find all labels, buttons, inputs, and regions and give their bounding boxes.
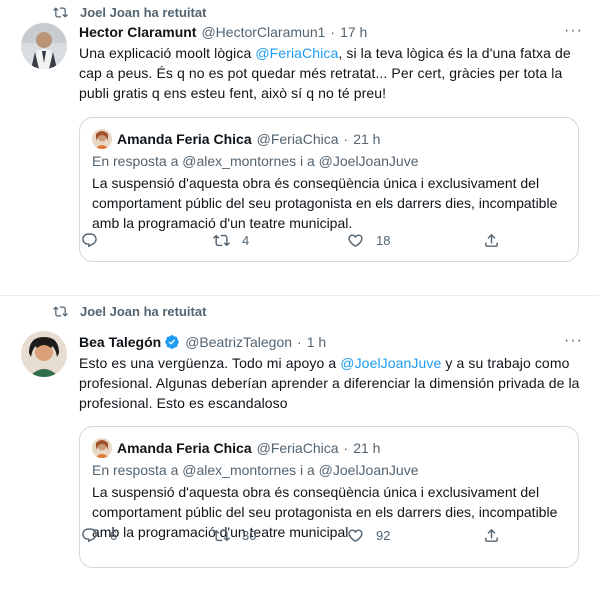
separator-dot: ·	[343, 131, 349, 147]
mention-link[interactable]: @JoelJoanJuve	[340, 355, 441, 371]
tweet-text: Una explicació moolt lògica @FeriaChica,…	[79, 43, 583, 103]
more-icon[interactable]: ···	[564, 22, 583, 40]
quoted-reply-context: En resposta a @alex_montornes i a @JoelJ…	[92, 153, 419, 169]
reply-icon	[82, 232, 97, 247]
like-count: 18	[376, 232, 391, 248]
share-button[interactable]	[483, 232, 500, 249]
retweet-count: 4	[242, 232, 250, 248]
share-icon	[485, 233, 498, 247]
retweet-context: Joel Joan ha retuitat	[53, 5, 206, 20]
quoted-tweet-header: Amanda Feria Chica @FeriaChica · 21 h	[92, 128, 566, 150]
like-icon	[348, 528, 363, 542]
quoted-avatar	[92, 438, 112, 458]
tweet-text: Esto es una vergüenza. Todo mi apoyo a @…	[79, 353, 583, 413]
quoted-avatar	[92, 129, 112, 149]
quoted-time: 21 h	[353, 131, 381, 147]
verified-icon	[165, 335, 180, 349]
like-button[interactable]: 92	[347, 527, 390, 544]
retweet-button[interactable]: 30	[213, 527, 256, 544]
quoted-tweet[interactable]: Amanda Feria Chica @FeriaChica · 21 h En…	[79, 117, 579, 262]
tweet-header: Bea Talegón @BeatrizTalegon · 1 h ···	[79, 332, 583, 352]
author-name[interactable]: Bea Talegón	[79, 334, 161, 350]
quoted-tweet-header: Amanda Feria Chica @FeriaChica · 21 h	[92, 437, 566, 459]
tweet-text-part: Esto es una vergüenza. Todo mi apoyo a	[79, 355, 341, 371]
more-icon[interactable]: ···	[564, 332, 583, 350]
author-handle[interactable]: @BeatrizTalegon	[185, 334, 292, 350]
share-button[interactable]	[483, 527, 500, 544]
tweet-header: Hector Claramunt @HectorClaramun1 · 17 h…	[79, 22, 583, 42]
retweet-count: 30	[242, 527, 257, 543]
quoted-tweet[interactable]: Amanda Feria Chica @FeriaChica · 21 h En…	[79, 426, 579, 568]
reply-count: 6	[110, 527, 118, 543]
quoted-author-handle: @FeriaChica	[256, 440, 339, 456]
retweet-icon	[213, 529, 230, 541]
retweet-button[interactable]: 4	[213, 232, 249, 249]
reply-icon	[82, 527, 97, 542]
retweet-context-label: Joel Joan ha retuitat	[80, 5, 207, 20]
quoted-text: La suspensió d'aquesta obra és conseqüèn…	[92, 175, 558, 231]
quoted-author-name: Amanda Feria Chica	[117, 440, 252, 456]
like-icon	[348, 233, 363, 247]
retweet-context-label: Joel Joan ha retuitat	[80, 304, 207, 319]
separator-dot: ·	[330, 24, 336, 40]
mention-link[interactable]: @FeriaChica	[255, 45, 338, 61]
tweet-time[interactable]: 1 h	[307, 334, 326, 350]
quoted-time: 21 h	[353, 440, 381, 456]
retweet-context: Joel Joan ha retuitat	[53, 304, 206, 319]
like-button[interactable]: 18	[347, 232, 390, 249]
retweet-icon	[53, 306, 68, 317]
quoted-author-handle: @FeriaChica	[256, 131, 339, 147]
share-icon	[485, 528, 498, 542]
reply-button[interactable]: 6	[81, 527, 117, 544]
retweet-icon	[213, 234, 230, 246]
tweet-text-part: Una explicació moolt lògica	[79, 45, 256, 61]
quoted-author-name: Amanda Feria Chica	[117, 131, 252, 147]
separator-dot: ·	[343, 440, 349, 456]
avatar[interactable]	[21, 23, 67, 69]
tweet-time[interactable]: 17 h	[340, 24, 367, 40]
quoted-reply-context: En resposta a @alex_montornes i a @JoelJ…	[92, 462, 419, 478]
author-handle[interactable]: @HectorClaramun1	[201, 24, 325, 40]
tweet[interactable]: Joel Joan ha retuitat Hector Claramunt @…	[0, 0, 599, 296]
author-name[interactable]: Hector Claramunt	[79, 24, 196, 40]
like-count: 92	[376, 527, 391, 543]
retweet-icon	[53, 7, 68, 18]
avatar[interactable]	[21, 331, 67, 377]
separator-dot: ·	[297, 334, 302, 350]
tweet[interactable]: Joel Joan ha retuitat Bea Talegón @Beatr…	[0, 296, 599, 595]
reply-button[interactable]	[81, 232, 110, 249]
